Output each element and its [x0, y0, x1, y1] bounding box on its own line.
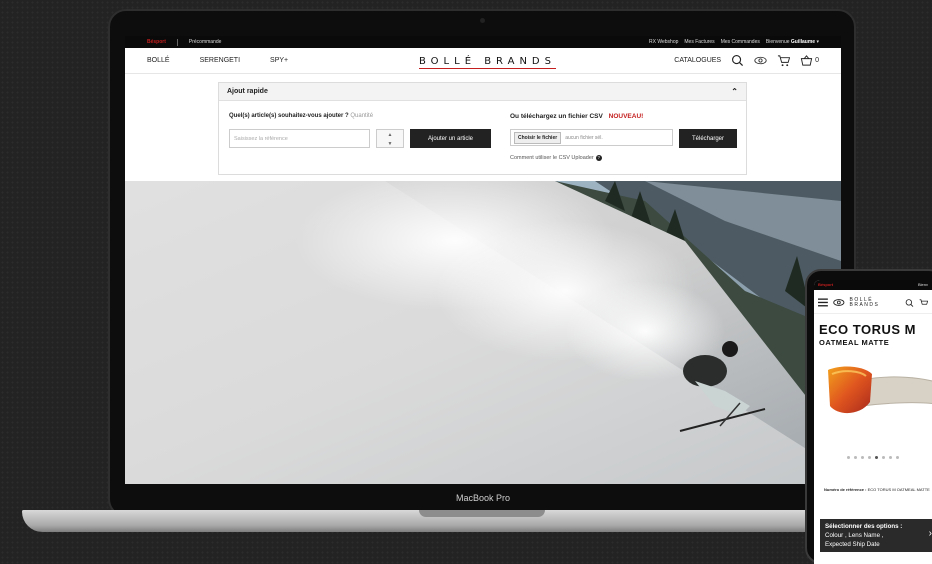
csv-help-text: Comment utiliser le CSV Uploader: [510, 155, 594, 161]
quantity-label: Quantité: [350, 113, 374, 119]
basket-icon: [800, 55, 813, 66]
phone-logo[interactable]: BOLLÉ BRANDS: [850, 297, 901, 308]
phone-brand-small[interactable]: Bésport: [818, 282, 833, 288]
options-line-1: Colour , Lens Name ,: [825, 532, 884, 539]
welcome-text: Bienvenue: [765, 39, 790, 45]
question-text: Quel(s) article(s) souhaitez-vous ajoute…: [229, 113, 349, 119]
cart-icon[interactable]: [777, 54, 791, 67]
chevron-up-icon[interactable]: ⌃: [731, 87, 738, 96]
bolle-brands-logo[interactable]: BOLLÉ BRANDS: [419, 56, 556, 69]
nav-spy[interactable]: SPY+: [270, 57, 288, 64]
divider: [176, 38, 178, 46]
file-input[interactable]: Choisir le fichier aucun fichier sél.: [510, 129, 673, 146]
product-subtitle: OATMEAL MATTE: [819, 338, 890, 347]
upload-button[interactable]: Télécharger: [679, 129, 737, 148]
eye-icon[interactable]: [833, 298, 845, 307]
chevron-right-icon: ›: [928, 528, 932, 539]
catalogues-link[interactable]: CATALOGUES: [674, 57, 721, 64]
options-title: Sélectionner des options :: [825, 523, 903, 530]
no-file-text: aucun fichier sél.: [565, 134, 603, 141]
brand-small-logo[interactable]: Bésport: [147, 39, 166, 45]
phone-screen: Bésport Bienv BOLLÉ BRANDS ECO TORUS M O…: [814, 280, 932, 564]
csv-title-text: Ou téléchargez un fichier CSV: [510, 113, 603, 120]
csv-title: Ou téléchargez un fichier CSV NOUVEAU!: [510, 113, 643, 120]
chevron-down-icon: ▾: [816, 39, 819, 45]
csv-help-link[interactable]: Comment utiliser le CSV Uploader ?: [510, 155, 602, 161]
user-name: Guillaume: [790, 39, 816, 45]
cart-icon[interactable]: [919, 298, 928, 308]
menu-icon[interactable]: [818, 298, 828, 307]
ref-label: Numéro de référence :: [824, 487, 867, 492]
top-utility-bar: Bésport Précommande RX Webshop Mes Factu…: [125, 36, 841, 48]
goggles-image: [828, 366, 932, 414]
phone-nav: BOLLÉ BRANDS: [814, 292, 932, 314]
carousel-dot[interactable]: [896, 456, 899, 459]
preorder-link[interactable]: Précommande: [189, 39, 222, 45]
quick-add-header[interactable]: Ajout rapide ⌃: [219, 83, 746, 101]
orders-link[interactable]: Mes Commandes: [721, 39, 760, 45]
stepper-down-icon[interactable]: ▼: [377, 140, 403, 149]
add-article-button[interactable]: Ajouter un article: [410, 129, 491, 148]
carousel-dot[interactable]: [868, 456, 871, 459]
phone-welcome[interactable]: Bienv: [918, 282, 928, 288]
camera-icon: [480, 18, 485, 23]
carousel-dot[interactable]: [861, 456, 864, 459]
options-line-2: Expected Ship Date: [825, 541, 880, 548]
carousel-dot[interactable]: [889, 456, 892, 459]
search-icon[interactable]: [731, 54, 744, 67]
laptop-notch: [419, 510, 545, 517]
carousel-dot[interactable]: [847, 456, 850, 459]
nav-serengeti[interactable]: SERENGETI: [200, 57, 240, 64]
eye-icon[interactable]: [754, 54, 767, 67]
rx-webshop-link[interactable]: RX Webshop: [649, 39, 678, 45]
reference-input[interactable]: Saisissez la référence: [229, 129, 370, 148]
cart-count: 0: [815, 57, 819, 64]
nav-bolle[interactable]: BOLLÉ: [147, 57, 170, 64]
search-icon[interactable]: [905, 298, 914, 308]
product-title: ECO TORUS M: [819, 322, 916, 337]
laptop-screen: Bésport Précommande RX Webshop Mes Factu…: [125, 36, 841, 484]
hero-image: [125, 181, 841, 484]
reference-line: Numéro de référence : ECO TORUS M OATMEA…: [824, 487, 932, 492]
carousel-dot-active[interactable]: [875, 456, 878, 459]
help-icon: ?: [595, 155, 602, 161]
stepper-up-icon[interactable]: ▲: [377, 131, 403, 140]
ref-value: ECO TORUS M OATMEAL MATTE: [867, 487, 930, 492]
quantity-stepper[interactable]: ▲ ▼: [376, 129, 404, 148]
phone-topbar: Bésport Bienv: [814, 280, 932, 290]
carousel-dot[interactable]: [854, 456, 857, 459]
account-menu[interactable]: Bienvenue Guillaume ▾: [766, 39, 819, 45]
quick-add-title: Ajout rapide: [227, 88, 268, 95]
carousel-dot[interactable]: [882, 456, 885, 459]
invoices-link[interactable]: Mes Factures: [684, 39, 714, 45]
choose-file-button[interactable]: Choisir le fichier: [514, 131, 562, 144]
macbook-label: MacBook Pro: [455, 493, 511, 503]
quick-add-panel: Ajout rapide ⌃ Quel(s) article(s) souhai…: [218, 82, 747, 175]
carousel-dots: [847, 456, 899, 459]
main-nav: BOLLÉ SERENGETI SPY+ BOLLÉ BRANDS CATALO…: [125, 48, 841, 74]
quick-add-question: Quel(s) article(s) souhaitez-vous ajoute…: [229, 113, 373, 119]
basket-button[interactable]: 0: [800, 54, 819, 67]
new-badge: NOUVEAU!: [608, 113, 644, 120]
select-options-button[interactable]: Sélectionner des options : Colour , Lens…: [820, 519, 932, 552]
